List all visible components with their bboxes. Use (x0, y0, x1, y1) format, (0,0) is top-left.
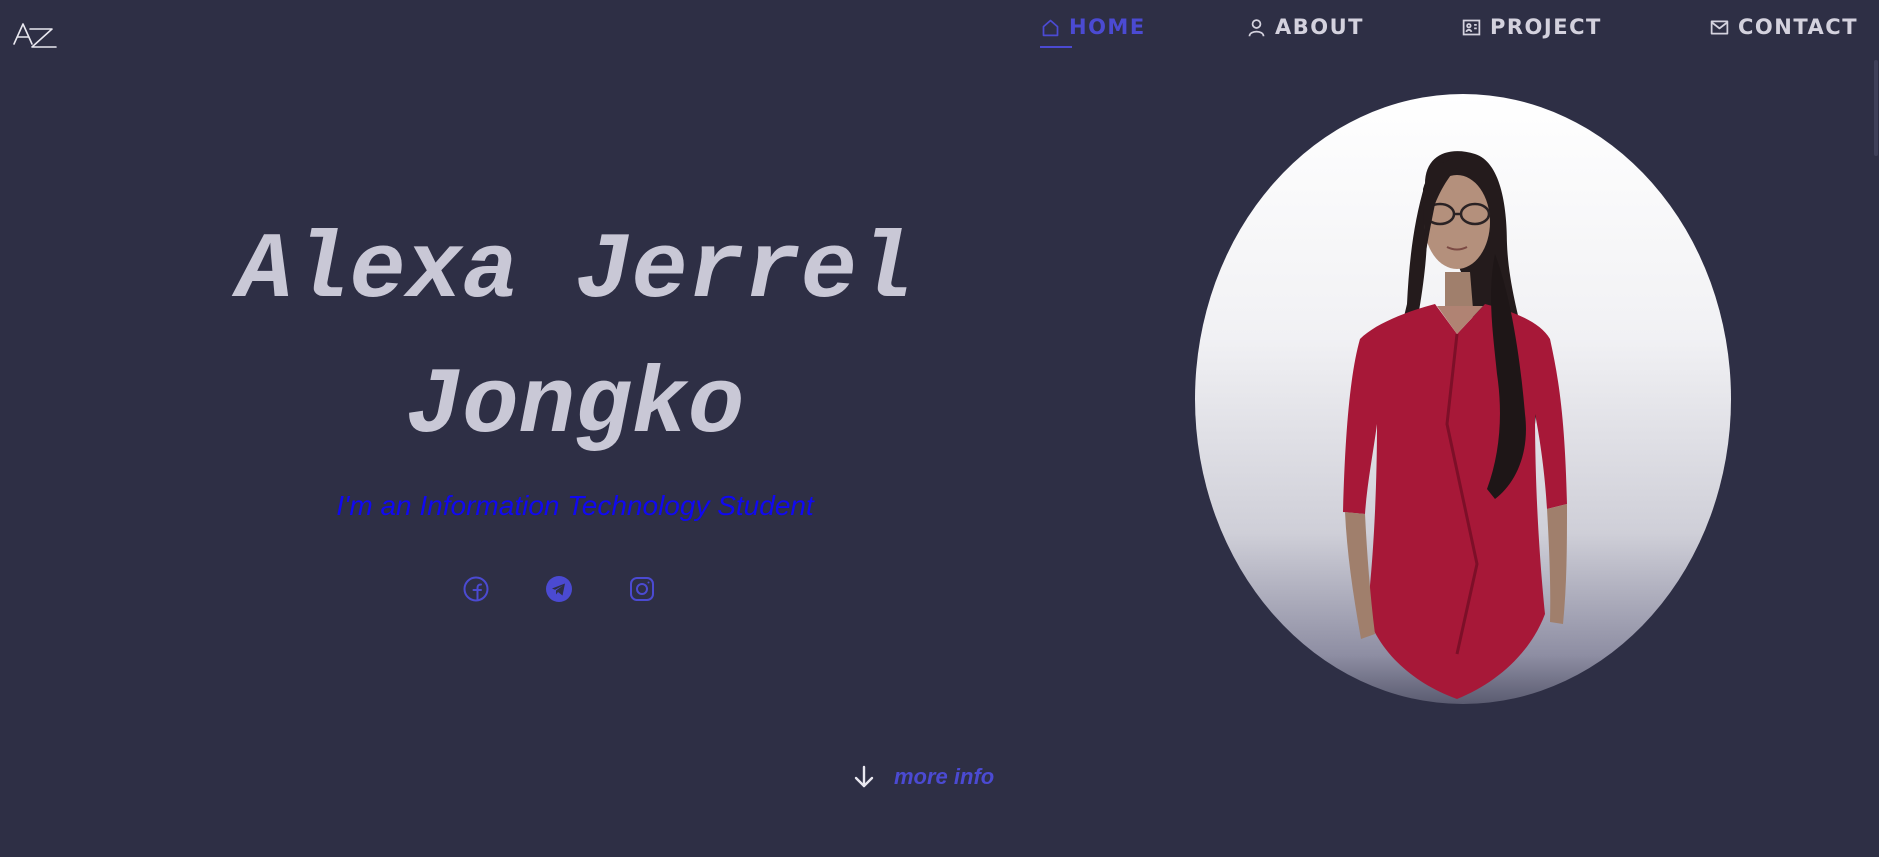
hero-name-line1: Alexa Jerrel (236, 219, 914, 325)
nav-about-label: ABOUT (1275, 15, 1364, 39)
more-info-label: more info (894, 764, 995, 789)
hero-name-line2: Jongko (405, 354, 745, 460)
nav-contact-label: CONTACT (1738, 15, 1859, 39)
instagram-link[interactable] (628, 575, 656, 603)
scrollbar-thumb[interactable] (1874, 60, 1878, 156)
profile-photo-illustration (1343, 151, 1567, 699)
user-icon (1248, 18, 1265, 36)
hero-tagline: I'm an Information Technology Student (336, 490, 814, 521)
nav-home-label: HOME (1069, 15, 1146, 39)
social-links (462, 575, 656, 603)
nav-project-label: PROJECT (1490, 15, 1602, 39)
facebook-icon (463, 576, 489, 602)
nav-home-link[interactable]: HOME (1040, 12, 1146, 42)
more-info-link[interactable]: more info (850, 763, 994, 791)
az-logo-icon[interactable] (12, 20, 58, 50)
nav-active-indicator (1040, 46, 1072, 48)
nav-contact-link[interactable]: CONTACT (1709, 12, 1858, 42)
nav-project-link[interactable]: PROJECT (1461, 12, 1602, 42)
telegram-icon (546, 576, 572, 602)
page-scrollbar[interactable] (1873, 0, 1879, 857)
mail-icon (1710, 20, 1729, 34)
folder-image-icon (1462, 19, 1481, 35)
telegram-link[interactable] (545, 575, 573, 603)
nav-about-link[interactable]: ABOUT (1246, 12, 1364, 42)
instagram-icon (630, 577, 654, 601)
hero-name: Alexa Jerrel Jongko (150, 205, 1000, 475)
home-icon (1042, 19, 1059, 36)
profile-photo (1195, 94, 1731, 704)
arrow-down-icon (854, 765, 874, 788)
facebook-link[interactable] (462, 575, 490, 603)
